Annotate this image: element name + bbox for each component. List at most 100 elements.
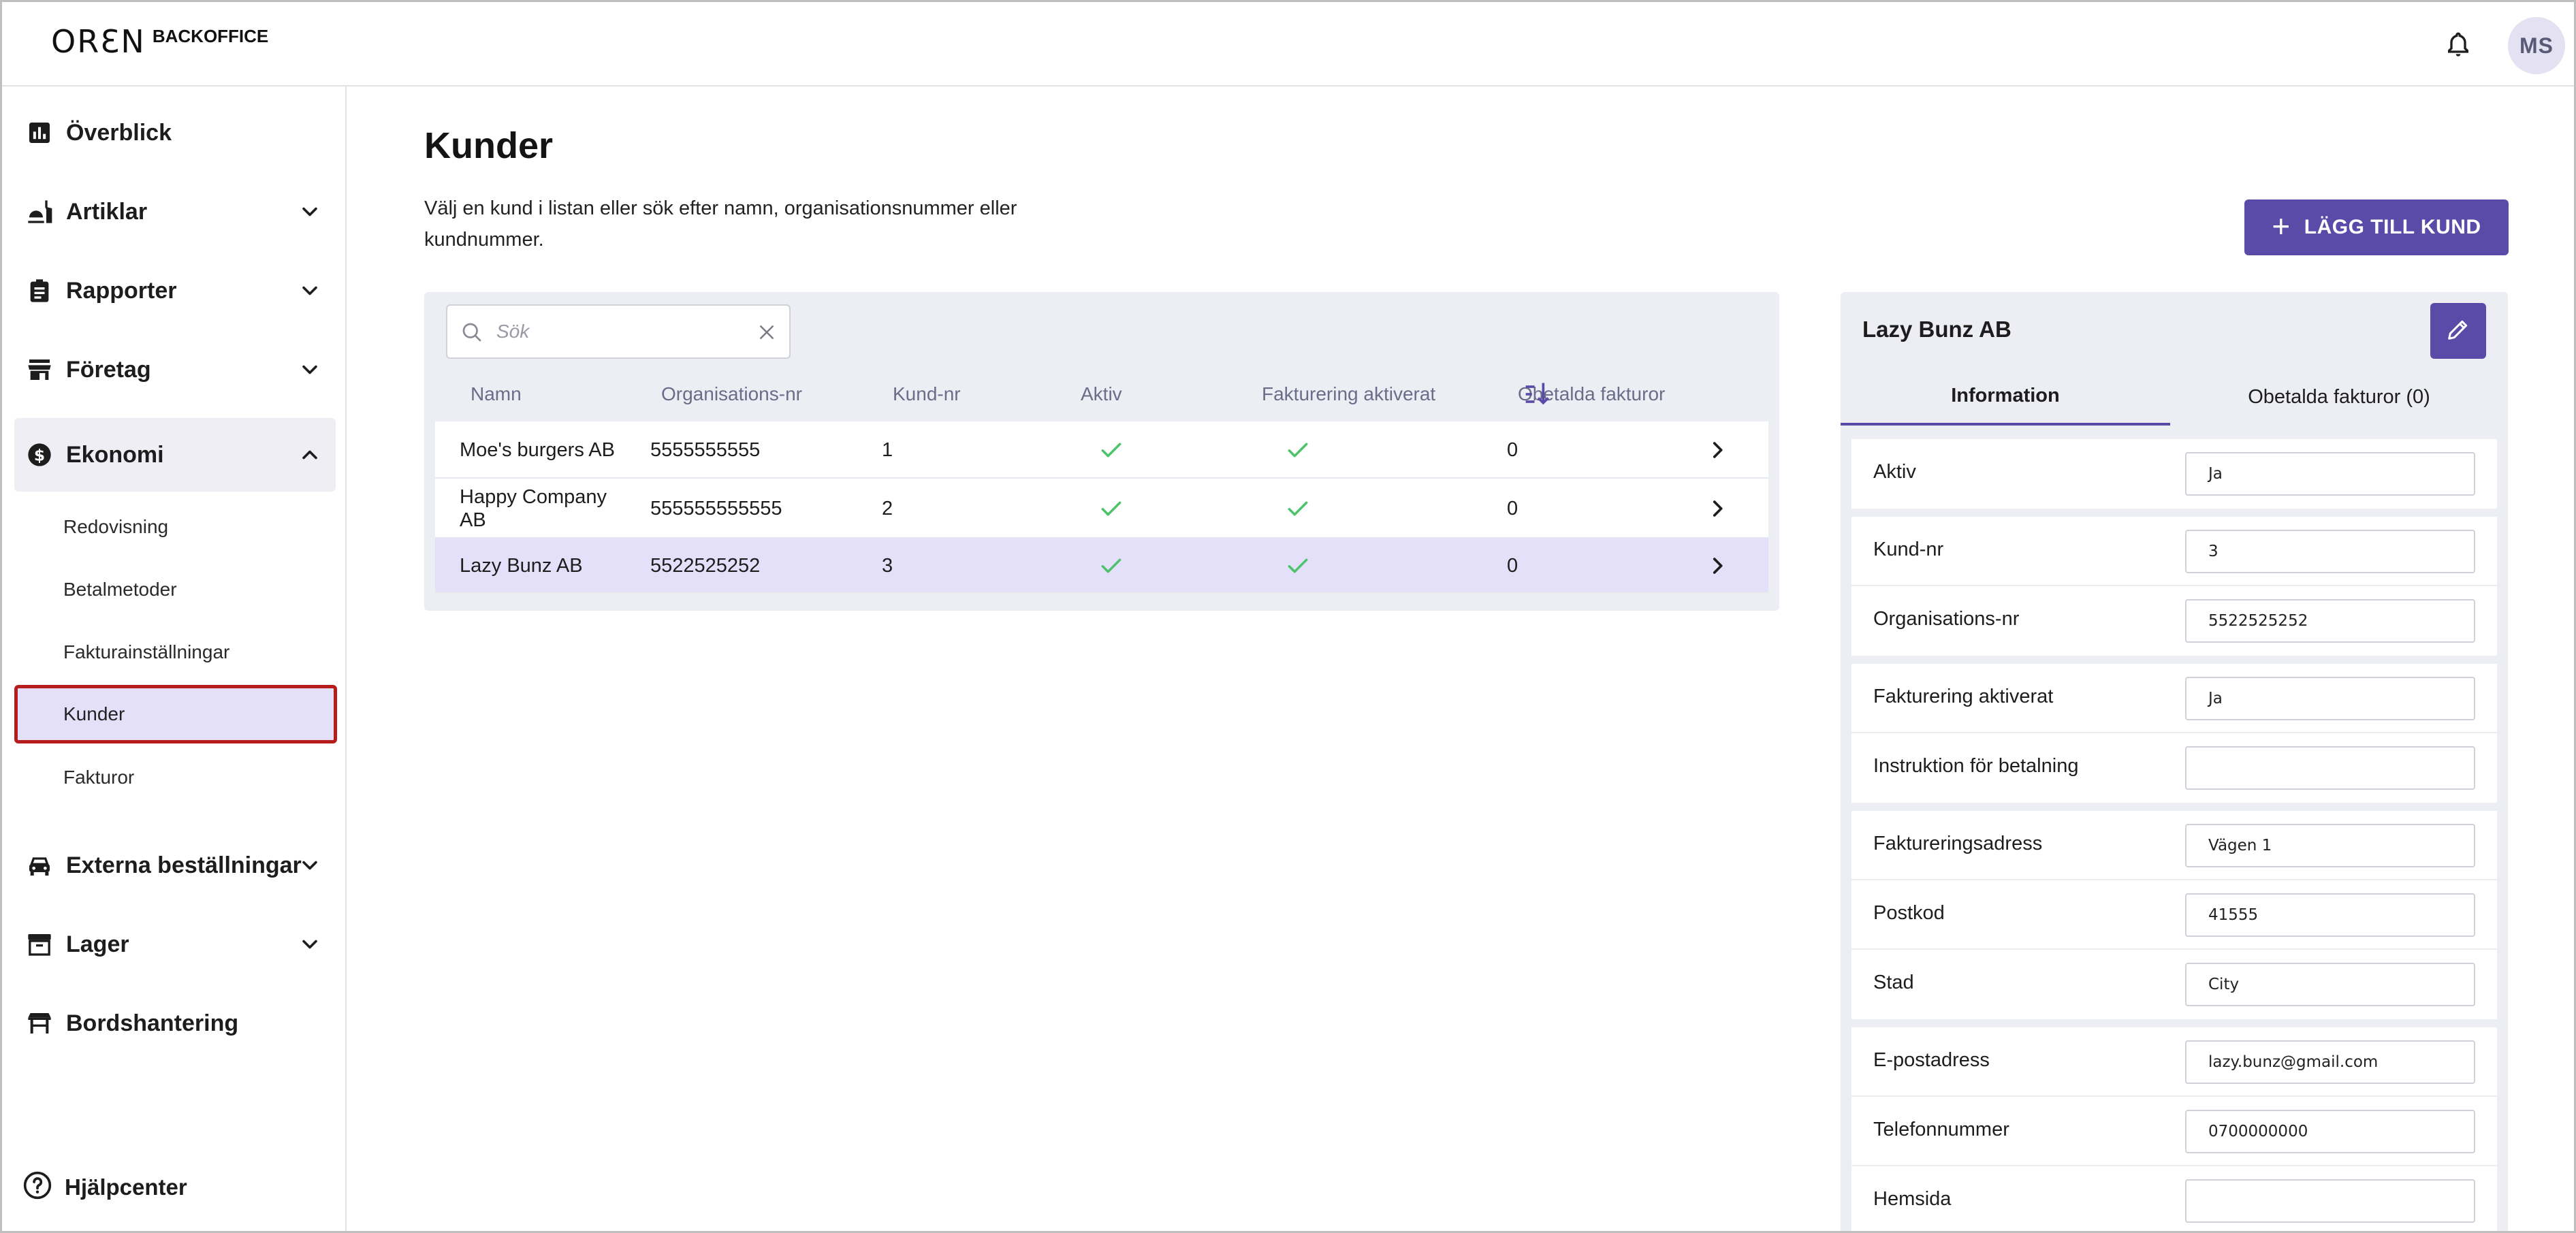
car-icon [25,851,54,880]
cell-name: Lazy Bunz AB [460,555,583,577]
clear-icon[interactable] [757,322,777,342]
chevron-down-icon [298,199,322,224]
field-label: E-postadress [1873,1049,1990,1071]
add-customer-label: LÄGG TILL KUND [2304,216,2481,238]
add-customer-button[interactable]: + LÄGG TILL KUND [2244,199,2509,255]
chevron-up-icon [298,443,322,467]
field-value: lazy.bunz@gmail.com [2185,1040,2475,1084]
detail-tabs: Information Obetalda fakturor (0) [1841,368,2508,426]
sidebar-subitem-fakturainstallningar[interactable]: Fakturainställningar [14,623,337,682]
field-value: Vägen 1 [2185,824,2475,867]
field-row: Postkod 41555 [1851,880,2497,950]
sidebar-item-foretag[interactable]: Företag [14,333,336,406]
sidebar-item-rapporter[interactable]: Rapporter [14,254,336,327]
table-row[interactable]: Happy Company AB 555555555555 2 0 [435,479,1768,539]
field-row: E-postadress lazy.bunz@gmail.com [1851,1027,2497,1097]
sidebar-subitem-label: Fakturainställningar [63,641,230,662]
cell-name: Moe's burgers AB [460,439,615,461]
cell-obetalda: 0 [1507,555,1518,577]
chevron-down-icon [298,853,322,878]
sidebar-item-overblick[interactable]: Överblick [14,96,336,170]
table-header: Namn Organisations-nr Kund-nr Aktiv Fakturer… [435,378,1768,412]
customer-table-card: Sök Namn Organisations-nr Kund-nr Aktiv Faktu… [424,292,1779,611]
tab-unpaid-invoices[interactable]: Obetalda fakturor (0) [2170,368,2508,426]
field-value: 3 [2185,530,2475,573]
field-label: Instruktion för betalning [1873,755,2079,777]
check-icon [1098,496,1124,522]
sidebar-item-label: Överblick [66,119,172,146]
sidebar-item-externa-bestallningar[interactable]: Externa beställningar [14,829,336,902]
field-label: Kund-nr [1873,539,1944,560]
search-input[interactable]: Sök [446,304,791,359]
sidebar-item-label: Lager [66,931,129,957]
sidebar-subitem-label: Kunder [63,703,125,724]
logo-mark: ORƐN [51,23,146,60]
chevron-down-icon [298,278,322,303]
column-header: Aktiv [1081,383,1122,404]
logo[interactable]: ORƐN BACKOFFICE [51,22,268,63]
cell-name: Happy Company AB [460,486,607,531]
cell-org-nr: 5522525252 [650,555,761,577]
sidebar-subitem-label: Fakturor [63,767,135,788]
sidebar-item-artiklar[interactable]: Artiklar [14,175,336,249]
plus-icon: + [2272,208,2291,244]
field-group: E-postadress lazy.bunz@gmail.com Telefonnu… [1851,1027,2497,1231]
field-value [2185,1179,2475,1223]
column-header[interactable]: Fakturering aktiverat [1262,383,1435,405]
sidebar-item-ekonomi[interactable]: $ Ekonomi [14,418,336,492]
sidebar: Överblick Artiklar Rapporter Företag $ Ekonom… [2,86,347,1231]
field-row: Aktiv Ja [1851,439,2497,509]
sidebar-subitem-redovisning[interactable]: Redovisning [14,498,337,556]
sidebar-item-bordshantering[interactable]: Bordshantering [14,987,336,1060]
sidebar-subitem-kunder[interactable]: Kunder [14,685,337,743]
field-label: Hemsida [1873,1188,1952,1210]
sort-desc-icon[interactable] [1523,379,1553,413]
field-value: City [2185,963,2475,1006]
field-label: Fakturering aktiverat [1873,686,2054,707]
search-icon [460,320,484,345]
search-placeholder: Sök [496,321,530,342]
field-group: Aktiv Ja [1851,439,2497,509]
check-icon [1098,437,1124,463]
app-window: ORƐN BACKOFFICE MS Överblick Artiklar Rapport… [0,0,2576,1233]
help-center-label: Hjälpcenter [65,1174,187,1200]
avatar[interactable]: MS [2508,17,2565,74]
chevron-down-icon [298,357,322,382]
page-title: Kunder [424,125,553,166]
field-value [2185,746,2475,790]
sidebar-subitem-betalmetoder[interactable]: Betalmetoder [14,560,337,619]
edit-button[interactable] [2430,303,2486,359]
field-value: Ja [2185,677,2475,720]
pencil-icon [2445,316,2472,347]
field-label: Telefonnummer [1873,1119,2009,1140]
field-row: Stad City [1851,950,2497,1019]
chevron-right-icon[interactable] [1706,438,1729,462]
top-header: ORƐN BACKOFFICE MS [2,2,2574,86]
store-icon [25,355,54,384]
help-circle-icon [22,1170,52,1204]
field-row: Hemsida [1851,1166,2497,1231]
check-icon [1285,553,1311,579]
sidebar-item-label: Artiklar [66,198,148,225]
help-center-link[interactable]: Hjälpcenter [22,1170,187,1204]
clipboard-icon [25,276,54,305]
field-row: Telefonnummer 0700000000 [1851,1097,2497,1166]
column-header: Organisations-nr [661,383,802,404]
logo-text: BACKOFFICE [152,26,269,46]
sidebar-item-lager[interactable]: Lager [14,908,336,981]
field-value: Ja [2185,452,2475,496]
table-row[interactable]: Moe's burgers AB 5555555555 1 0 [435,421,1768,479]
table-row[interactable]: Lazy Bunz AB 5522525252 3 0 [435,539,1768,593]
check-icon [1285,496,1311,522]
field-label: Stad [1873,972,1914,993]
chevron-right-icon[interactable] [1706,554,1729,577]
cell-kund-nr: 3 [882,555,893,577]
tab-information[interactable]: Information [1841,368,2170,426]
cell-org-nr: 555555555555 [650,498,782,519]
chevron-right-icon[interactable] [1706,497,1729,520]
cell-org-nr: 5555555555 [650,439,761,461]
field-row: Instruktion för betalning [1851,733,2497,803]
field-label: Postkod [1873,902,1945,924]
sidebar-subitem-fakturor[interactable]: Fakturor [14,748,337,807]
bell-icon[interactable] [2440,27,2477,63]
